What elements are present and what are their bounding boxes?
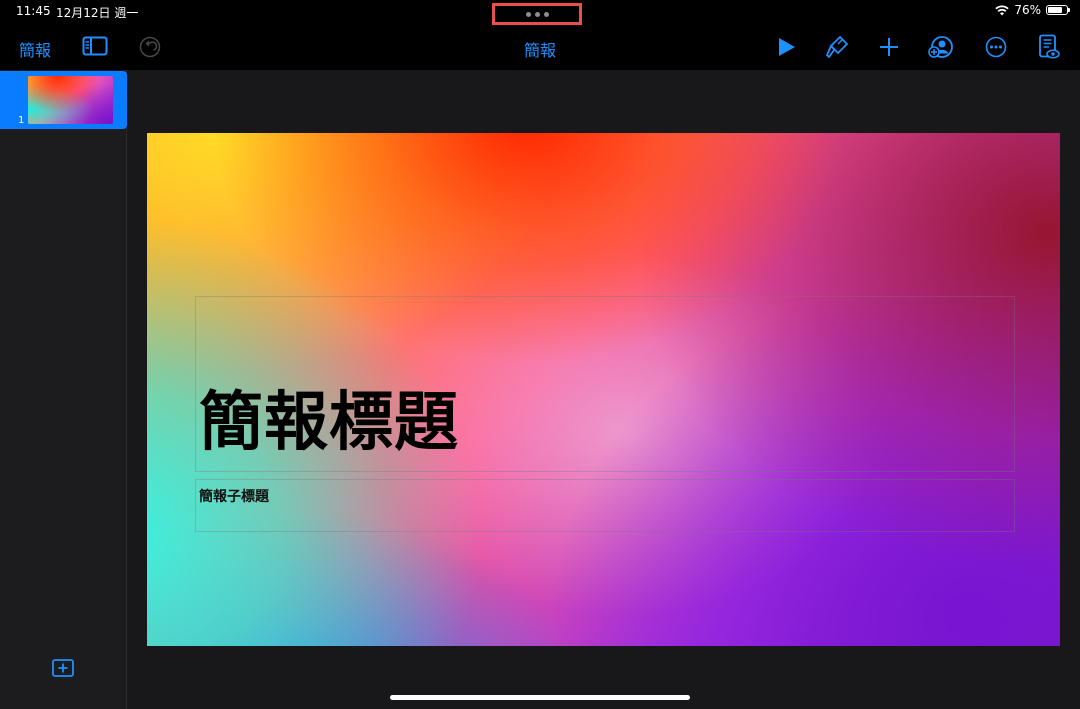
status-bar: 11:45 12月12日 週一 76% — [0, 0, 1080, 25]
slide-canvas[interactable]: 簡報標題 簡報子標題 — [127, 70, 1080, 709]
dot-icon — [543, 11, 549, 17]
status-right: 76% — [995, 3, 1070, 17]
home-indicator[interactable] — [390, 695, 690, 700]
play-icon[interactable] — [778, 37, 796, 57]
dot-icon — [534, 11, 540, 17]
collaborate-icon[interactable] — [928, 35, 954, 59]
status-date: 12月12日 週一 — [56, 6, 139, 20]
status-time: 11:45 — [16, 4, 51, 18]
wifi-icon — [995, 5, 1010, 15]
document-title[interactable]: 簡報 — [500, 37, 580, 61]
slide-thumbnail-selected[interactable]: 1 — [0, 71, 127, 129]
format-brush-icon[interactable] — [825, 35, 849, 59]
battery-icon — [1046, 5, 1070, 15]
slide-navigator: 1 — [0, 70, 127, 709]
subtitle-placeholder-box[interactable] — [195, 479, 1015, 532]
dot-icon — [525, 11, 531, 17]
add-slide-icon — [52, 659, 74, 677]
battery-percent: 76% — [1014, 3, 1041, 17]
slide-thumbnail-image — [28, 76, 113, 124]
slide-title[interactable]: 簡報標題 — [199, 391, 459, 455]
toolbar: 簡報 簡報 — [0, 22, 1080, 70]
slide-subtitle[interactable]: 簡報子標題 — [199, 486, 269, 506]
slide[interactable]: 簡報標題 簡報子標題 — [147, 133, 1060, 646]
sidebar-toggle-icon[interactable] — [82, 36, 108, 56]
screen: 11:45 12月12日 週一 76% 簡報 簡報 1 簡報標題 簡報子標題 — [0, 0, 1080, 709]
back-button[interactable]: 簡報 — [19, 37, 51, 61]
add-icon[interactable] — [879, 37, 899, 57]
more-icon[interactable] — [985, 36, 1007, 58]
battery-fill — [1048, 7, 1062, 13]
reading-view-icon[interactable] — [1038, 34, 1060, 60]
undo-icon[interactable] — [139, 36, 161, 58]
add-slide-button[interactable] — [52, 659, 74, 679]
slide-number: 1 — [18, 115, 25, 126]
